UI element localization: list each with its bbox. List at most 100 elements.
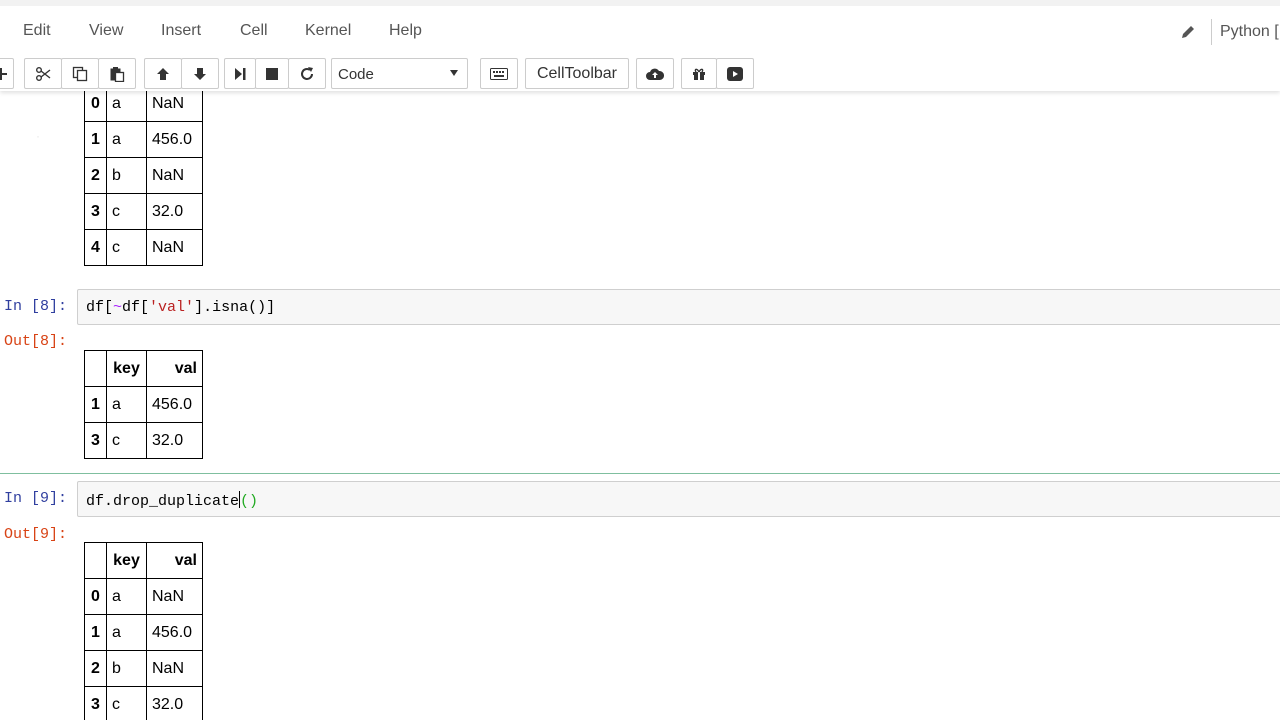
input-prompt: In [8]: xyxy=(4,298,68,315)
dataframe-output-8: key val 1 a 456.0 3 c 32.0 xyxy=(84,350,203,459)
input-prompt: In [9]: xyxy=(4,490,68,507)
code-string: 'val' xyxy=(149,299,195,316)
code-part: df.drop_duplicate xyxy=(86,493,240,510)
selected-cell-border xyxy=(0,473,1280,474)
row-index: 2 xyxy=(84,650,107,687)
dataframe-output-7: 0 a NaN 1 a 456.0 2 b NaN 3 c 32.0 4 c NaN xyxy=(84,91,203,266)
upload-button[interactable] xyxy=(636,58,674,89)
cut-button[interactable] xyxy=(24,58,62,89)
table-row: 0 a NaN xyxy=(84,578,203,615)
code-paren: () xyxy=(240,493,259,510)
dataframe-body: 0 a NaN 1 a 456.0 2 b NaN 3 c 32.0 4 c NaN xyxy=(84,91,203,266)
row-index: 1 xyxy=(84,121,107,158)
menu-insert[interactable]: Insert xyxy=(161,22,201,40)
val-cell: 32.0 xyxy=(146,193,203,230)
kernel-indicator[interactable]: Python [ xyxy=(1220,23,1279,41)
row-index: 3 xyxy=(84,193,107,230)
table-row: 2 b NaN xyxy=(84,157,203,194)
menu-edit[interactable]: Edit xyxy=(23,22,51,40)
caret-down-icon xyxy=(450,70,458,76)
menu-help[interactable]: Help xyxy=(389,22,422,40)
key-cell: a xyxy=(106,386,147,423)
val-cell: NaN xyxy=(146,157,203,194)
key-cell: c xyxy=(106,422,147,459)
move-up-button[interactable] xyxy=(144,58,182,89)
play-video-icon xyxy=(727,66,743,81)
key-cell: a xyxy=(106,91,147,122)
header-row: key val xyxy=(84,350,203,387)
arrow-up-icon xyxy=(156,67,170,81)
val-cell: NaN xyxy=(146,650,203,687)
stop-icon xyxy=(265,67,279,81)
menu-kernel[interactable]: Kernel xyxy=(305,22,351,40)
plus-icon xyxy=(0,67,7,80)
table-row: 1 a 456.0 xyxy=(84,121,203,158)
code-text: df.drop_duplicate() xyxy=(86,491,258,510)
row-index: 0 xyxy=(84,578,107,615)
stop-button[interactable] xyxy=(255,58,289,89)
val-cell: 456.0 xyxy=(146,386,203,423)
dataframe-body: 1 a 456.0 3 c 32.0 xyxy=(84,386,203,459)
code-operator: ~ xyxy=(113,299,123,316)
row-index: 3 xyxy=(84,686,107,720)
menu-cell[interactable]: Cell xyxy=(240,22,268,40)
key-cell: c xyxy=(106,686,147,720)
table-row: 0 a NaN xyxy=(84,91,203,122)
keyboard-icon xyxy=(490,67,508,80)
dataframe-body: 0 a NaN 1 a 456.0 2 b NaN 3 c 32.0 xyxy=(84,578,203,720)
restart-button[interactable] xyxy=(288,58,326,89)
cell-type-select[interactable]: Code xyxy=(331,58,468,89)
toolbar: Code CellToolbar xyxy=(0,56,1280,90)
present-button[interactable] xyxy=(716,58,754,89)
row-index: 2 xyxy=(84,157,107,194)
move-down-button[interactable] xyxy=(181,58,219,89)
pencil-icon[interactable] xyxy=(1180,24,1196,40)
code-input-cell-9[interactable]: df.drop_duplicate() xyxy=(77,481,1280,517)
code-part: df[ xyxy=(122,299,150,316)
key-cell: c xyxy=(106,229,147,266)
insert-cell-button[interactable] xyxy=(0,58,14,89)
cell-type-value: Code xyxy=(338,66,374,83)
header-row: key val xyxy=(84,542,203,579)
column-header: val xyxy=(146,350,203,387)
key-cell: a xyxy=(106,121,147,158)
scissors-icon xyxy=(35,66,51,81)
table-row: 4 c NaN xyxy=(84,229,203,266)
code-input-cell-8[interactable]: df[~df['val'].isna()] xyxy=(77,289,1280,325)
key-cell: a xyxy=(106,614,147,651)
table-row: 1 a 456.0 xyxy=(84,386,203,423)
table-row: 3 c 32.0 xyxy=(84,686,203,720)
val-cell: NaN xyxy=(146,578,203,615)
notebook-container: · 0 a NaN 1 a 456.0 2 b NaN 3 c 32.0 4 c NaN In [8]: d… xyxy=(0,91,1280,720)
table-row: 2 b NaN xyxy=(84,650,203,687)
code-part: ].isna()] xyxy=(194,299,276,316)
refresh-icon xyxy=(299,66,315,82)
column-header: key xyxy=(106,542,147,579)
celltoolbar-button[interactable]: CellToolbar xyxy=(525,58,629,89)
index-header xyxy=(84,350,107,387)
row-index: 0 xyxy=(84,91,107,122)
step-forward-icon xyxy=(234,67,246,81)
gift-button[interactable] xyxy=(681,58,717,89)
gift-icon xyxy=(692,67,706,81)
paste-button[interactable] xyxy=(98,58,136,89)
index-header xyxy=(84,542,107,579)
paste-icon xyxy=(109,66,125,82)
key-cell: a xyxy=(106,578,147,615)
arrow-down-icon xyxy=(193,67,207,81)
val-cell: 456.0 xyxy=(146,121,203,158)
row-index: 4 xyxy=(84,229,107,266)
copy-button[interactable] xyxy=(61,58,99,89)
run-button[interactable] xyxy=(224,58,256,89)
row-index: 3 xyxy=(84,422,107,459)
key-cell: b xyxy=(106,157,147,194)
output-prompt: Out[8]: xyxy=(4,333,68,350)
command-palette-button[interactable] xyxy=(480,58,518,89)
key-cell: b xyxy=(106,650,147,687)
table-row: 1 a 456.0 xyxy=(84,614,203,651)
val-cell: 32.0 xyxy=(146,686,203,720)
val-cell: NaN xyxy=(146,91,203,122)
code-part: df[ xyxy=(86,299,114,316)
menu-view[interactable]: View xyxy=(89,22,123,40)
notebook-header: Edit View Insert Cell Kernel Help Python… xyxy=(0,0,1280,91)
